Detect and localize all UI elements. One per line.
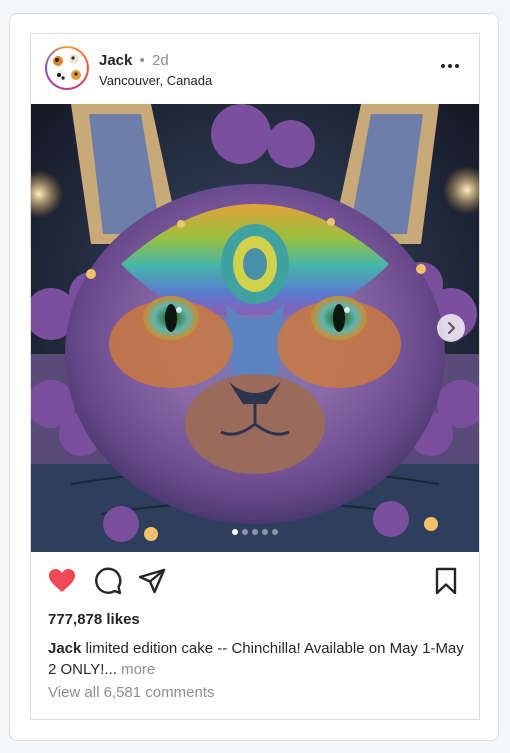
username-link[interactable]: Jack <box>99 52 132 69</box>
location-link[interactable]: Vancouver, Canada <box>99 73 212 88</box>
carousel-dot <box>272 529 278 535</box>
avatar-story-ring[interactable] <box>45 46 89 90</box>
post-media-carousel[interactable] <box>31 104 479 552</box>
bookmark-icon <box>435 567 457 595</box>
post-image <box>31 104 479 552</box>
likes-count[interactable]: 777,878 likes <box>48 611 140 628</box>
post-actions <box>31 562 479 598</box>
avatar[interactable] <box>47 48 87 88</box>
carousel-next-button[interactable] <box>437 314 465 342</box>
carousel-dot <box>252 529 258 535</box>
save-button[interactable] <box>431 566 461 596</box>
separator-dot: • <box>139 52 145 69</box>
send-icon <box>138 568 166 594</box>
comment-icon <box>95 567 122 595</box>
more-horizontal-icon <box>441 64 459 68</box>
instagram-post: Jack • 2d Vancouver, Canada 777,878 like… <box>30 33 480 720</box>
comment-button[interactable] <box>93 566 123 596</box>
like-button[interactable] <box>47 566 77 596</box>
chevron-right-icon <box>448 322 455 334</box>
avatar-image <box>49 50 85 86</box>
heart-icon <box>49 569 75 592</box>
carousel-dot <box>262 529 268 535</box>
carousel-dot <box>242 529 248 535</box>
caption-text: limited edition cake -- Chinchilla! Avai… <box>48 640 464 678</box>
view-all-comments-link[interactable]: View all 6,581 comments <box>48 684 214 701</box>
carousel-dot <box>232 529 238 535</box>
carousel-indicators <box>31 529 479 535</box>
user-line: Jack • 2d <box>99 52 169 69</box>
share-button[interactable] <box>137 566 167 596</box>
caption-more-link[interactable]: more <box>121 661 155 678</box>
more-options-button[interactable] <box>439 58 461 74</box>
post-caption: Jack limited edition cake -- Chinchilla!… <box>48 638 468 680</box>
post-header: Jack • 2d Vancouver, Canada <box>31 34 479 104</box>
post-time[interactable]: 2d <box>152 52 169 69</box>
caption-username[interactable]: Jack <box>48 640 81 657</box>
